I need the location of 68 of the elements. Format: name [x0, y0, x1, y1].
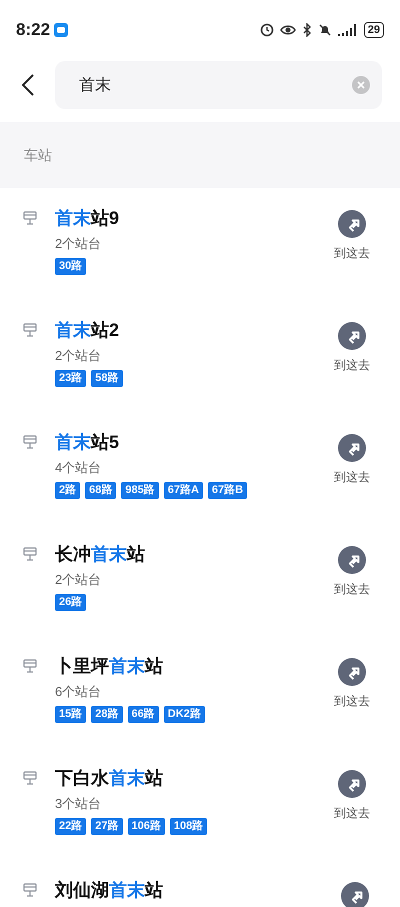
go-here-button[interactable]: 到这去	[334, 206, 370, 262]
station-name: 首末站9	[55, 207, 120, 230]
station-item[interactable]: 长冲首末站 2个站台 26路 到这去	[0, 524, 400, 636]
route-tag: 66路	[128, 706, 159, 723]
platform-count: 2个站台	[55, 571, 102, 589]
platform-count: 6个站台	[55, 683, 102, 701]
go-here-button[interactable]: 到这去	[334, 542, 370, 598]
go-here-button[interactable]: 到这去	[334, 654, 370, 710]
go-here-button[interactable]: 到这去	[334, 318, 370, 374]
route-tag: 27路	[91, 818, 122, 835]
route-tag: 985路	[121, 482, 159, 499]
route-tag: DK2路	[164, 706, 205, 723]
station-name: 刘仙湖首末站	[55, 879, 164, 902]
directions-icon	[337, 433, 367, 463]
station-item[interactable]: 首末站2 2个站台 23路 58路 到这去	[0, 300, 400, 412]
route-tag: 108路	[170, 818, 208, 835]
station-item[interactable]: 刘仙湖首末站	[0, 860, 400, 907]
alarm-icon	[260, 23, 274, 37]
bus-stop-icon	[22, 882, 38, 898]
bus-stop-icon	[22, 546, 38, 562]
route-tag: 67路B	[208, 482, 248, 499]
route-tag: 15路	[55, 706, 86, 723]
station-item[interactable]: 下白水首末站 3个站台 22路 27路 106路 108路 到这去	[0, 748, 400, 860]
route-tag: 26路	[55, 594, 86, 611]
route-tag: 22路	[55, 818, 86, 835]
platform-count: 2个站台	[55, 235, 102, 253]
bus-stop-icon	[22, 210, 38, 226]
route-tag: 67路A	[164, 482, 203, 499]
directions-icon	[337, 209, 367, 239]
station-item[interactable]: 首末站5 4个站台 2路 68路 985路 67路A 67路B 到这去	[0, 412, 400, 524]
app-notification-icon	[54, 23, 68, 37]
platform-count: 4个站台	[55, 459, 102, 477]
directions-icon	[337, 545, 367, 575]
route-tag: 30路	[55, 258, 86, 275]
bus-stop-icon	[22, 322, 38, 338]
close-icon	[357, 81, 365, 89]
battery-indicator: 29	[364, 22, 384, 38]
station-name: 下白水首末站	[55, 767, 164, 790]
directions-icon	[337, 657, 367, 687]
platform-count: 3个站台	[55, 795, 102, 813]
bus-stop-icon	[22, 434, 38, 450]
platform-count: 2个站台	[55, 347, 102, 365]
station-name: 首末站5	[55, 431, 120, 454]
station-item[interactable]: 首末站9 2个站台 30路 到这去	[0, 188, 400, 300]
route-tag: 2路	[55, 482, 80, 499]
bluetooth-icon	[302, 23, 312, 37]
muted-bell-icon	[318, 23, 332, 37]
go-here-button[interactable]: 到这去	[334, 766, 370, 822]
eye-icon	[280, 24, 296, 36]
search-field[interactable]: 首末	[55, 61, 382, 109]
station-name: 首末站2	[55, 319, 120, 342]
bus-stop-icon	[22, 658, 38, 674]
station-name: 卜里坪首末站	[55, 655, 164, 678]
section-header: 车站	[24, 146, 52, 164]
signal-icon	[338, 24, 358, 36]
route-tag: 68路	[85, 482, 116, 499]
station-item[interactable]: 卜里坪首末站 6个站台 15路 28路 66路 DK2路 到这去	[0, 636, 400, 748]
route-tag: 28路	[91, 706, 122, 723]
directions-icon	[337, 321, 367, 351]
back-icon	[22, 74, 34, 96]
go-here-button[interactable]: 到这去	[334, 430, 370, 486]
station-name: 长冲首末站	[55, 543, 146, 566]
directions-icon	[337, 769, 367, 799]
bus-stop-icon	[22, 770, 38, 786]
clock: 8:22	[16, 19, 50, 42]
route-tag: 106路	[128, 818, 165, 835]
route-tag: 58路	[91, 370, 122, 387]
route-tag: 23路	[55, 370, 86, 387]
